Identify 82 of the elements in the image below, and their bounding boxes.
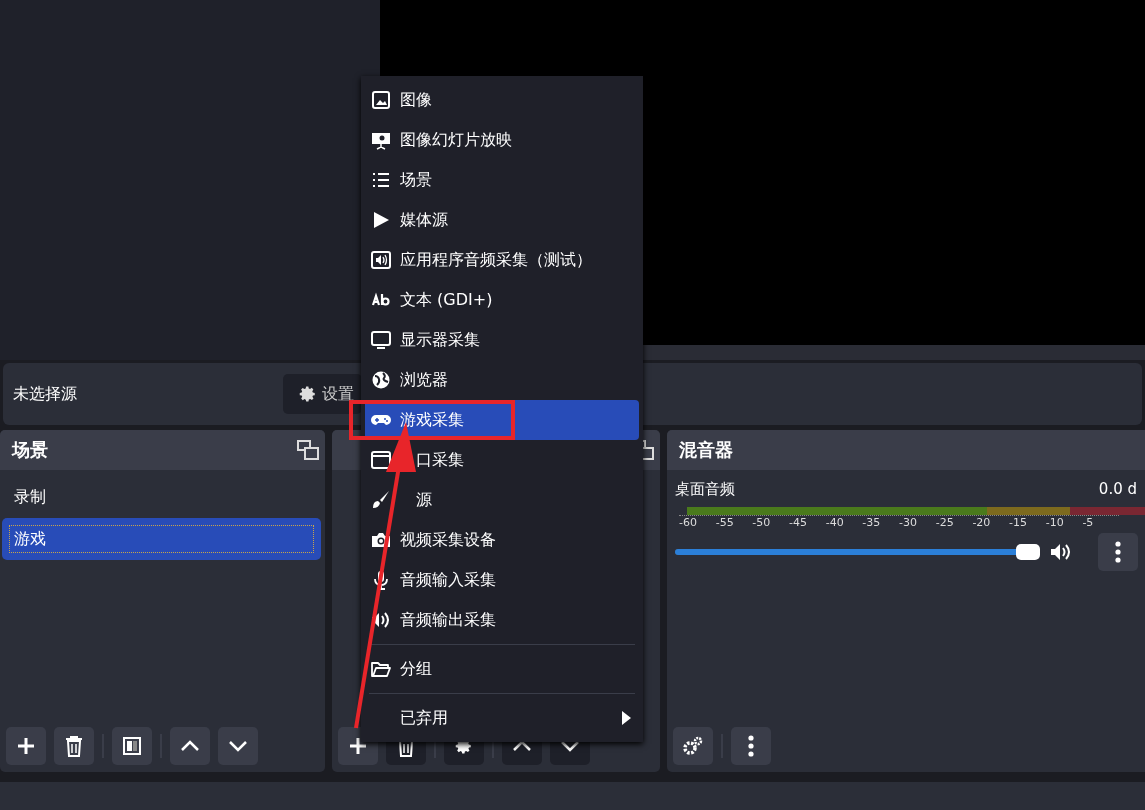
menu-item[interactable]: 媒体源 <box>365 200 639 240</box>
meter-tick-label: -10 <box>1045 516 1065 529</box>
menu-item[interactable]: 浏览器 <box>365 360 639 400</box>
panel-title: 混音器 <box>679 438 733 462</box>
menu-item-label: 图像 <box>400 89 432 111</box>
volume-reading: 0.0 d <box>1098 480 1137 499</box>
more-button[interactable] <box>1098 533 1138 571</box>
meter-tick-label: -60 <box>679 516 698 529</box>
settings-button[interactable]: 设置 <box>283 374 362 414</box>
menu-item-label: 音频输入采集 <box>400 569 496 591</box>
menu-item-label: 显示器采集 <box>400 329 480 351</box>
gears-icon <box>682 736 704 756</box>
microphone-icon <box>371 570 391 590</box>
menu-item-label: 口采集 <box>416 449 464 471</box>
meter-tick-label: -30 <box>899 516 918 529</box>
move-up-button[interactable] <box>170 727 210 765</box>
camera-icon <box>371 530 391 550</box>
meter-tick-label: -5 <box>1082 516 1095 529</box>
menu-item[interactable]: 分组 <box>365 649 639 689</box>
menu-item[interactable]: 音频输入采集 <box>365 560 639 600</box>
volume-slider[interactable] <box>675 544 1040 560</box>
trash-icon <box>64 735 84 757</box>
submenu-arrow-icon <box>622 711 631 725</box>
menu-item-label: 图像幻灯片放映 <box>400 129 512 151</box>
meter-tick-label: -35 <box>862 516 882 529</box>
plus-icon <box>16 736 36 756</box>
list-icon <box>371 170 391 190</box>
menu-item[interactable]: 场景 <box>365 160 639 200</box>
meter-tick-label: -50 <box>752 516 772 529</box>
panel-title: 场景 <box>12 438 48 462</box>
delete-button[interactable] <box>54 727 94 765</box>
menu-item[interactable]: 视频采集设备 <box>365 520 639 560</box>
monitor-icon <box>371 330 391 350</box>
folder-icon <box>371 659 391 679</box>
meter-tick-label: -40 <box>825 516 845 529</box>
menu-item[interactable]: 显示器采集 <box>365 320 639 360</box>
menu-item[interactable]: 应用程序音频采集（测试） <box>365 240 639 280</box>
menu-item-label: 已弃用 <box>400 707 448 729</box>
meter-tick-label: -20 <box>972 516 992 529</box>
menu-item[interactable]: 图像幻灯片放映 <box>365 120 639 160</box>
menu-item[interactable]: 文本 (GDI+) <box>365 280 639 320</box>
advanced-audio-button[interactable] <box>673 727 713 765</box>
app-audio-icon <box>371 250 391 270</box>
menu-item[interactable]: 图像 <box>365 80 639 120</box>
menu-item-label: 游戏采集 <box>400 409 464 431</box>
menu-item-label: 媒体源 <box>400 209 448 231</box>
globe-icon <box>371 370 391 390</box>
submenu-item[interactable]: 已弃用 <box>365 698 639 738</box>
menu-item-label: 视频采集设备 <box>400 529 496 551</box>
gear-icon <box>299 385 317 403</box>
channel-name: 桌面音频 <box>675 480 735 499</box>
more-button[interactable] <box>731 727 771 765</box>
plus-icon <box>347 736 368 756</box>
meter-tick-label: -25 <box>935 516 955 529</box>
filter-icon <box>122 736 142 756</box>
menu-item-label: 分组 <box>400 658 432 680</box>
no-source-label: 未选择源 <box>13 383 78 405</box>
menu-item-label: 音频输出采集 <box>400 609 496 631</box>
menu-item[interactable]: 口采集 <box>365 440 639 480</box>
window-icon <box>371 450 391 470</box>
more-icon <box>1115 541 1121 563</box>
speaker-icon[interactable] <box>1050 542 1072 562</box>
projector-screen-icon <box>371 130 391 150</box>
menu-item[interactable]: 音频输出采集 <box>365 600 639 640</box>
undock-icon[interactable] <box>296 440 319 460</box>
menu-item-label: 浏览器 <box>400 369 448 391</box>
move-down-button[interactable] <box>218 727 258 765</box>
more-icon <box>748 735 754 757</box>
scene-item[interactable]: 游戏 <box>2 518 321 560</box>
menu-item-label: 应用程序音频采集（测试） <box>400 249 592 271</box>
menu-item-label: 场景 <box>400 169 432 191</box>
menu-item-label: 源 <box>416 489 432 511</box>
meter-tick-label: -45 <box>789 516 808 529</box>
meter-tick-label: -55 <box>715 516 735 529</box>
menu-item-label: 文本 (GDI+) <box>400 289 493 311</box>
filter-button[interactable] <box>112 727 152 765</box>
scene-item[interactable]: 录制 <box>2 476 321 518</box>
menu-item[interactable]: 源 <box>365 480 639 520</box>
meter-tick-label: -15 <box>1009 516 1028 529</box>
add-button[interactable] <box>6 727 46 765</box>
image-icon <box>371 90 391 110</box>
play-icon <box>371 210 391 230</box>
